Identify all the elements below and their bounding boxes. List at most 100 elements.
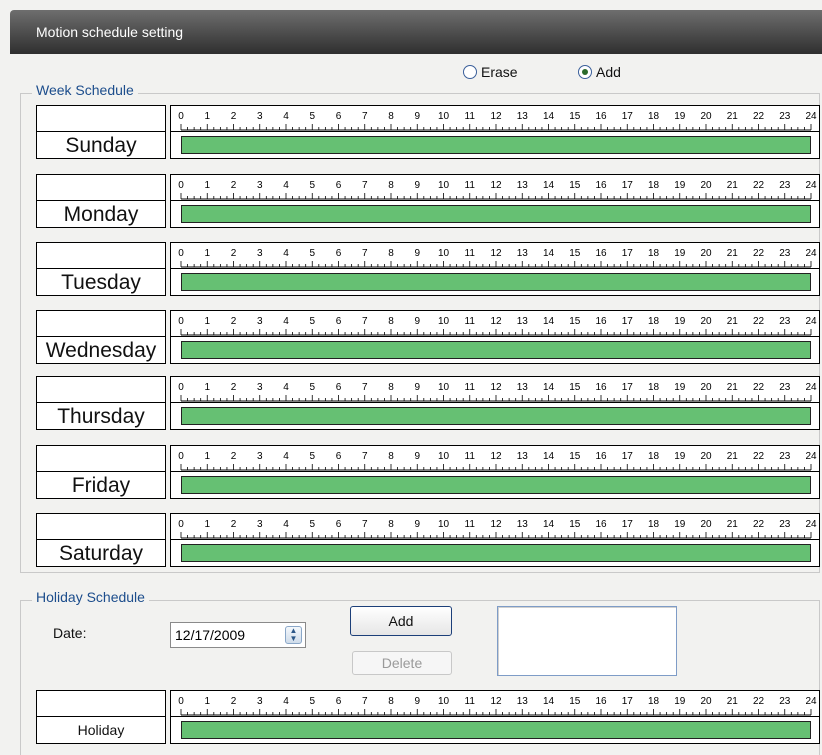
- schedule-fill: [181, 476, 811, 494]
- hour-tick-label: 19: [674, 111, 686, 122]
- schedule-bar-monday[interactable]: [170, 200, 820, 228]
- window-title: Motion schedule setting: [36, 24, 184, 40]
- hour-tick-label: 21: [727, 180, 739, 191]
- hour-tick-label: 9: [414, 248, 420, 259]
- add-radio[interactable]: Add: [578, 64, 621, 80]
- hour-tick-label: 20: [700, 316, 712, 327]
- schedule-bar-sunday[interactable]: [170, 131, 820, 159]
- hour-tick-label: 16: [595, 111, 607, 122]
- day-row-monday: Monday 0 1 2 3 4 5 6 7 8 9 10 11 12 13 14 15 16 17 18 19 20 2…: [36, 174, 822, 230]
- hour-tick-label: 16: [595, 180, 607, 191]
- hour-tick-label: 15: [569, 248, 581, 259]
- hour-tick-label: 23: [779, 248, 791, 259]
- hour-tick-label: 5: [309, 316, 315, 327]
- hour-tick-label: 23: [779, 696, 791, 707]
- hour-tick-label: 21: [727, 696, 739, 707]
- hour-tick-label: 15: [569, 180, 581, 191]
- hour-tick-label: 0: [178, 111, 184, 122]
- hour-tick-label: 24: [805, 316, 817, 327]
- hour-tick-label: 4: [283, 316, 289, 327]
- hour-tick-label: 1: [204, 451, 210, 462]
- hour-tick-label: 6: [336, 696, 342, 707]
- hour-tick-label: 12: [490, 519, 502, 530]
- hour-tick-label: 16: [595, 382, 607, 393]
- hour-tick-label: 17: [622, 696, 634, 707]
- hour-tick-label: 4: [283, 111, 289, 122]
- schedule-bar-tuesday[interactable]: [170, 268, 820, 296]
- hour-tick-label: 22: [753, 382, 765, 393]
- hour-tick-label: 19: [674, 248, 686, 259]
- hour-tick-label: 11: [465, 696, 476, 707]
- hour-tick-label: 2: [231, 382, 237, 393]
- hour-tick-label: 20: [700, 111, 712, 122]
- hour-tick-label: 23: [779, 382, 791, 393]
- hour-tick-label: 7: [362, 248, 368, 259]
- day-label: Tuesday: [36, 268, 166, 296]
- schedule-bar-thursday[interactable]: [170, 402, 820, 430]
- hour-tick-label: 23: [779, 180, 791, 191]
- hour-ruler: 0 1 2 3 4 5 6 7 8 9 10 11 12 13 14 15 16 17 18 19 20 21 22 23 24: [170, 690, 820, 716]
- schedule-bar-friday[interactable]: [170, 471, 820, 499]
- hour-tick-label: 19: [674, 696, 686, 707]
- schedule-fill: [181, 273, 811, 291]
- hour-tick-label: 10: [438, 180, 450, 191]
- hour-ruler: 0 1 2 3 4 5 6 7 8 9 10 11 12 13 14 15 16 17 18 19 20 21 22 23 24: [170, 105, 820, 131]
- day-label: Wednesday: [36, 336, 166, 364]
- hour-tick-label: 7: [362, 180, 368, 191]
- hour-tick-label: 10: [438, 696, 450, 707]
- hour-tick-label: 17: [622, 382, 634, 393]
- holiday-add-button[interactable]: Add: [350, 606, 452, 636]
- hour-tick-label: 16: [595, 316, 607, 327]
- hour-tick-label: 11: [465, 382, 476, 393]
- day-label: Saturday: [36, 539, 166, 567]
- hour-tick-label: 5: [309, 519, 315, 530]
- hour-tick-label: 2: [231, 180, 237, 191]
- hour-tick-label: 21: [727, 451, 739, 462]
- holiday-date-list[interactable]: [497, 606, 677, 676]
- hour-tick-label: 10: [438, 382, 450, 393]
- hour-tick-label: 11: [465, 519, 476, 530]
- hour-tick-label: 24: [805, 696, 817, 707]
- schedule-bar-saturday[interactable]: [170, 539, 820, 567]
- hour-tick-label: 21: [727, 248, 739, 259]
- up-down-spin-icon[interactable]: ▲ ▼: [285, 626, 302, 644]
- hour-ruler: 0 1 2 3 4 5 6 7 8 9 10 11 12 13 14 15 16 17 18 19 20 21 22 23 24: [170, 376, 820, 402]
- hour-tick-label: 9: [414, 451, 420, 462]
- holiday-delete-button[interactable]: Delete: [352, 651, 452, 675]
- hour-tick-label: 5: [309, 451, 315, 462]
- hour-tick-label: 0: [178, 451, 184, 462]
- hour-tick-label: 10: [438, 248, 450, 259]
- hour-tick-label: 17: [622, 316, 634, 327]
- hour-tick-label: 1: [204, 316, 210, 327]
- hour-tick-label: 1: [204, 180, 210, 191]
- hour-tick-label: 18: [648, 316, 660, 327]
- schedule-bar-holiday[interactable]: [170, 716, 820, 744]
- hour-tick-label: 13: [517, 519, 529, 530]
- hour-tick-label: 8: [388, 519, 394, 530]
- hour-tick-label: 16: [595, 696, 607, 707]
- hour-tick-label: 6: [336, 382, 342, 393]
- hour-tick-label: 3: [257, 248, 263, 259]
- hour-ruler: 0 1 2 3 4 5 6 7 8 9 10 11 12 13 14 15 16 17 18 19 20 21 22 23 24: [170, 174, 820, 200]
- day-row-holiday: Holiday 0 1 2 3 4 5 6 7 8 9 10 11 12 13 14 15 16 17 18 19 20…: [36, 690, 822, 746]
- schedule-bar-wednesday[interactable]: [170, 336, 820, 364]
- hour-tick-label: 14: [543, 248, 555, 259]
- hour-tick-label: 12: [490, 696, 502, 707]
- hour-tick-label: 18: [648, 248, 660, 259]
- day-row-sunday: Sunday 0 1 2 3 4 5 6 7 8 9 10 11 12 13 14 15 16 17 18 19 20 2…: [36, 105, 822, 161]
- hour-tick-label: 22: [753, 180, 765, 191]
- erase-radio[interactable]: Erase: [463, 64, 518, 80]
- hour-tick-label: 7: [362, 111, 368, 122]
- date-picker[interactable]: 12/17/2009 ▲ ▼: [170, 622, 306, 648]
- hour-tick-label: 6: [336, 111, 342, 122]
- hour-tick-label: 17: [622, 180, 634, 191]
- hour-tick-label: 13: [517, 316, 529, 327]
- erase-label: Erase: [481, 64, 518, 80]
- hour-tick-label: 20: [700, 451, 712, 462]
- hour-tick-label: 18: [648, 111, 660, 122]
- hour-tick-label: 0: [178, 519, 184, 530]
- hour-tick-label: 21: [727, 382, 739, 393]
- hour-tick-label: 23: [779, 519, 791, 530]
- hour-tick-label: 4: [283, 451, 289, 462]
- hour-tick-label: 14: [543, 519, 555, 530]
